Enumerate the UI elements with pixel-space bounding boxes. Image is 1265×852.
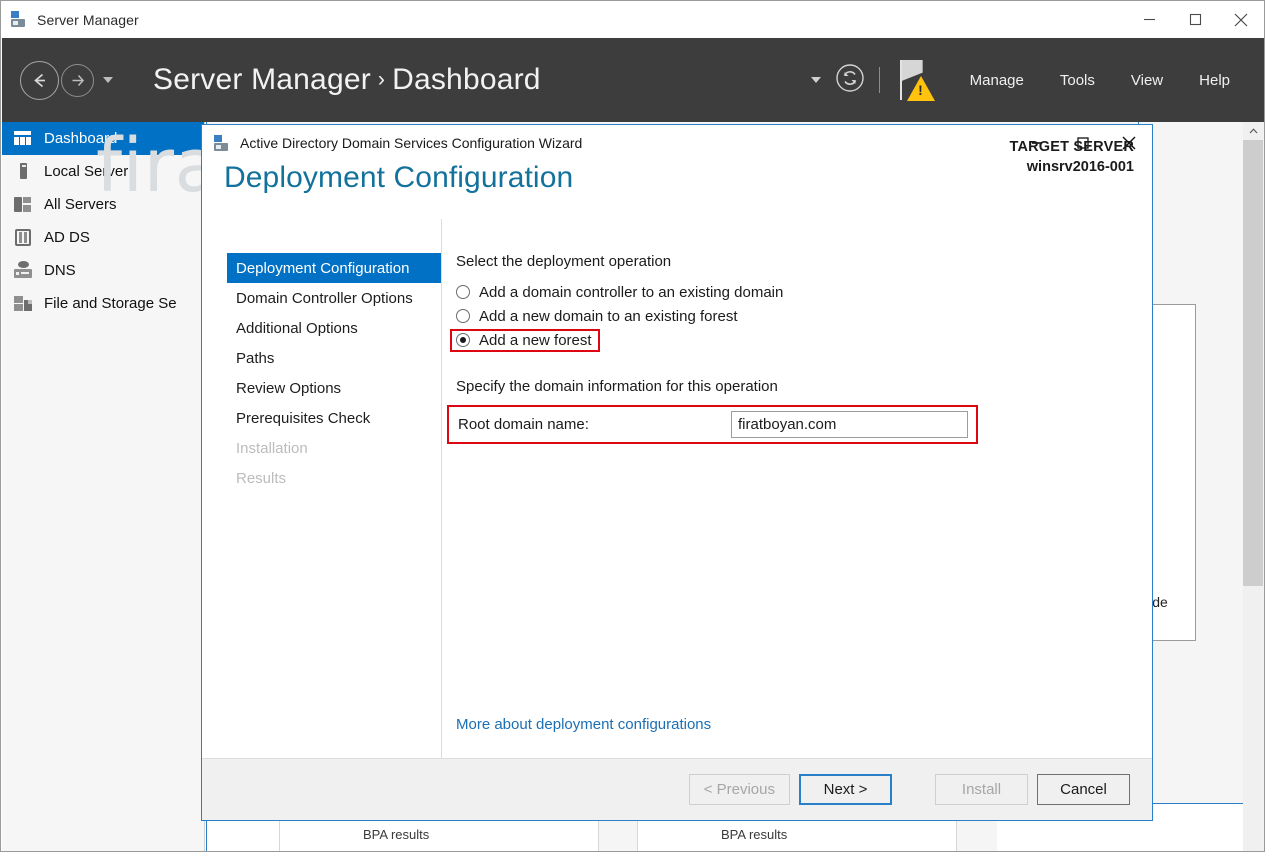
radio-label: Add a domain controller to an existing d…: [479, 283, 784, 301]
radio-add-domain-controller-existing-domain[interactable]: Add a domain controller to an existing d…: [456, 280, 1152, 304]
ad-ds-configuration-wizard: Active Directory Domain Services Configu…: [201, 124, 1153, 821]
step-installation: Installation: [227, 433, 441, 463]
previous-button: < Previous: [688, 774, 790, 805]
sidebar-item-all-servers[interactable]: All Servers: [2, 188, 204, 221]
highlight-box-root-domain: Root domain name:: [447, 405, 978, 444]
sidebar-item-label: DNS: [44, 262, 76, 279]
radio-button[interactable]: [456, 333, 470, 347]
root-domain-name-label: Root domain name:: [458, 416, 589, 433]
back-arrow-icon[interactable]: [20, 60, 59, 100]
window-controls: [1126, 1, 1264, 38]
radio-label: Add a new domain to an existing forest: [479, 307, 738, 325]
sidebar-item-dashboard[interactable]: Dashboard: [2, 122, 204, 155]
forward-arrow-icon[interactable]: [61, 63, 94, 97]
file-storage-icon: [13, 293, 34, 314]
radio-button[interactable]: [456, 285, 470, 299]
chevron-down-icon[interactable]: [810, 77, 821, 83]
window-titlebar: Server Manager: [1, 1, 1264, 38]
target-server-name: winsrv2016-001: [1026, 159, 1134, 175]
scroll-up-icon[interactable]: [1243, 122, 1263, 140]
breadcrumb: Server Manager › Dashboard: [153, 63, 541, 97]
step-label: Deployment Configuration: [236, 259, 410, 277]
local-server-icon: [13, 161, 34, 182]
sidebar-item-file-and-storage-services[interactable]: File and Storage Se: [2, 287, 204, 320]
vertical-scrollbar[interactable]: [1243, 122, 1263, 851]
highlight-box-add-new-forest: Add a new forest: [450, 328, 600, 352]
close-icon[interactable]: [1218, 1, 1264, 38]
tile-subtitle: BPA results: [721, 827, 788, 842]
sidebar-item-label: File and Storage Se: [44, 295, 177, 312]
step-domain-controller-options[interactable]: Domain Controller Options: [227, 283, 441, 313]
cancel-button[interactable]: Cancel: [1037, 774, 1130, 805]
radio-add-new-domain-existing-forest[interactable]: Add a new domain to an existing forest: [456, 304, 1152, 328]
step-label: Installation: [236, 439, 308, 457]
target-server-info: TARGET SERVER winsrv2016-001: [1009, 137, 1134, 177]
step-label: Review Options: [236, 379, 342, 397]
step-review-options[interactable]: Review Options: [227, 373, 441, 403]
sidebar-item-label: All Servers: [44, 196, 117, 213]
server-manager-window: Server Manager Server Manager › Dashboard: [0, 0, 1265, 852]
breadcrumb-current: Dashboard: [392, 63, 541, 96]
maximize-icon[interactable]: [1172, 1, 1218, 38]
sidebar-item-label: Local Server: [44, 163, 129, 180]
menu-view[interactable]: View: [1113, 72, 1181, 89]
chevron-down-icon[interactable]: [103, 77, 113, 83]
menu-manage[interactable]: Manage: [952, 72, 1042, 89]
flag-warning-icon[interactable]: [894, 58, 935, 102]
minimize-icon[interactable]: [1126, 1, 1172, 38]
tile-subtitle: BPA results: [363, 827, 430, 842]
radio-button[interactable]: [456, 309, 470, 323]
refresh-icon[interactable]: [835, 63, 865, 98]
sidebar-item-label: AD DS: [44, 229, 90, 246]
step-prerequisites-check[interactable]: Prerequisites Check: [227, 403, 441, 433]
step-additional-options[interactable]: Additional Options: [227, 313, 441, 343]
step-paths[interactable]: Paths: [227, 343, 441, 373]
sidebar-item-local-server[interactable]: Local Server: [2, 155, 204, 188]
scrollbar-thumb[interactable]: [1243, 140, 1263, 586]
window-title: Server Manager: [37, 11, 139, 28]
wizard-title: Active Directory Domain Services Configu…: [240, 135, 583, 151]
menu-help[interactable]: Help: [1181, 72, 1248, 89]
dashboard-icon: [13, 128, 34, 149]
breadcrumb-root[interactable]: Server Manager: [153, 63, 371, 96]
wizard-body: Deployment Configuration Domain Controll…: [202, 219, 1152, 758]
menu-tools[interactable]: Tools: [1042, 72, 1113, 89]
all-servers-icon: [13, 194, 34, 215]
step-results: Results: [227, 463, 441, 493]
more-about-deployment-configurations-link[interactable]: More about deployment configurations: [456, 716, 711, 733]
page-title: Deployment Configuration: [224, 161, 574, 194]
step-label: Prerequisites Check: [236, 409, 371, 427]
ad-ds-icon: [13, 227, 34, 248]
wizard-steps: Deployment Configuration Domain Controll…: [202, 219, 442, 758]
install-button: Install: [935, 774, 1028, 805]
command-bar-right: Manage Tools View Help: [810, 58, 1264, 102]
domain-information-label: Specify the domain information for this …: [456, 378, 778, 395]
step-label: Paths: [236, 349, 275, 367]
radio-add-new-forest-row[interactable]: Add a new forest: [450, 328, 1152, 352]
radio-label: Add a new forest: [479, 331, 592, 349]
domain-information-section: Specify the domain information for this …: [447, 378, 1152, 444]
sidebar-item-ad-ds[interactable]: AD DS: [2, 221, 204, 254]
step-label: Additional Options: [236, 319, 358, 337]
wizard-main-panel: Select the deployment operation Add a do…: [442, 219, 1152, 758]
wizard-footer: < Previous Next > Install Cancel: [202, 758, 1152, 820]
server-manager-icon: [214, 134, 231, 152]
root-domain-name-input[interactable]: [731, 411, 968, 438]
command-bar: Server Manager › Dashboard Manage Tools Vi…: [2, 38, 1264, 122]
wizard-header: Deployment Configuration TARGET SERVER w…: [202, 139, 1152, 219]
step-label: Results: [236, 469, 287, 487]
next-button[interactable]: Next >: [799, 774, 892, 805]
step-label: Domain Controller Options: [236, 289, 413, 307]
server-manager-icon: [11, 11, 28, 28]
dns-icon: [13, 260, 34, 281]
sidebar: Dashboard Local Server All Servers AD DS…: [2, 122, 205, 851]
breadcrumb-separator: ›: [377, 68, 386, 91]
divider: [878, 67, 880, 93]
target-server-label: TARGET SERVER: [1009, 139, 1134, 155]
step-deployment-configuration[interactable]: Deployment Configuration: [227, 253, 441, 283]
sidebar-item-label: Dashboard: [44, 130, 118, 147]
sidebar-item-dns[interactable]: DNS: [2, 254, 204, 287]
deployment-operation-label: Select the deployment operation: [456, 253, 672, 270]
